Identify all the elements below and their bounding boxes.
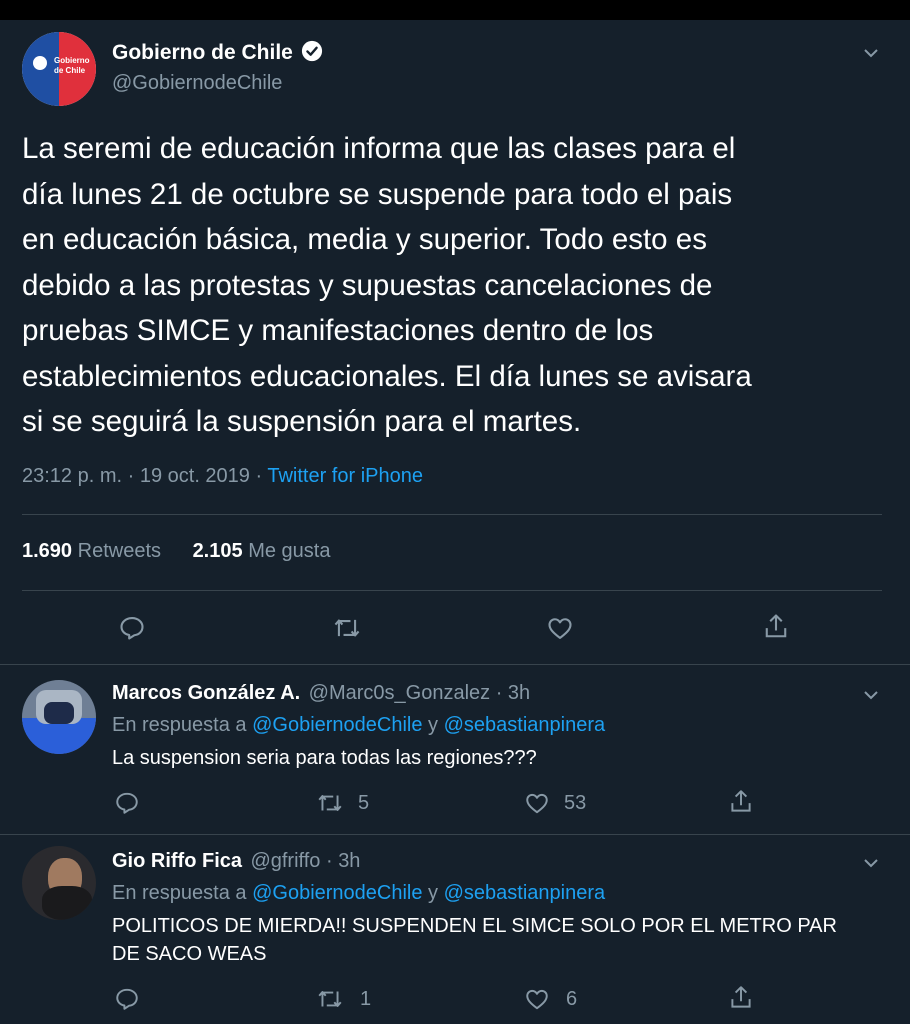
like-count: 53 <box>564 792 587 814</box>
retweets-stat[interactable]: 1.690 Retweets <box>22 540 167 562</box>
divider <box>22 514 882 515</box>
divider <box>0 664 910 665</box>
chevron-down-icon[interactable] <box>862 686 878 702</box>
reply-icon[interactable] <box>114 986 140 1012</box>
share-icon[interactable] <box>728 788 754 816</box>
author-block: Gobierno de Chile <box>112 40 323 65</box>
tweet-meta: 23:12 p. m. · 19 oct. 2019 · Twitter for… <box>22 465 423 488</box>
verified-badge-icon <box>301 40 323 62</box>
tweet-source[interactable]: Twitter for iPhone <box>267 465 423 487</box>
retweets-label: Retweets <box>77 540 161 562</box>
top-black-bar <box>0 0 910 20</box>
reply-text: POLITICOS DE MIERDA!! SUSPENDEN EL SIMCE… <box>112 912 902 968</box>
share-icon[interactable] <box>762 612 790 642</box>
author-name[interactable]: Gobierno de Chile <box>112 41 293 64</box>
like-icon[interactable] <box>524 986 550 1012</box>
retweet-icon[interactable] <box>332 614 362 642</box>
tweet-body-line: establecimientos educacionales. El día l… <box>22 359 752 393</box>
reply-connector: y <box>422 714 444 736</box>
tweet-body-line: si se seguirá la suspensión para el mart… <box>22 405 582 438</box>
author-avatar[interactable]: Gobierno de Chile <box>22 32 96 106</box>
tweet-body-line: día lunes 21 de octubre se suspende para… <box>22 177 733 211</box>
like-icon[interactable] <box>546 614 574 642</box>
like-icon[interactable] <box>524 790 550 816</box>
reply-header: Gio Riffo Fica @gfriffo · 3h <box>112 850 360 873</box>
reply-avatar[interactable] <box>22 680 96 754</box>
tweet-body-line: en educación básica, media y superior. T… <box>22 223 707 256</box>
retweet-icon[interactable] <box>316 986 344 1012</box>
reply-icon[interactable] <box>118 614 146 642</box>
tweet-timestamp[interactable]: 23:12 p. m. · 19 oct. 2019 · <box>22 465 267 487</box>
reply-connector: y <box>422 882 444 904</box>
avatar-logo-line: de Chile <box>54 66 86 75</box>
reply-prefix: En respuesta a <box>112 882 253 904</box>
mention-link[interactable]: @sebastianpinera <box>444 882 606 904</box>
reply-text-line: POLITICOS DE MIERDA!! SUSPENDEN EL SIMCE… <box>112 915 837 937</box>
retweets-count: 1.690 <box>22 540 73 562</box>
reply-icon[interactable] <box>114 790 140 816</box>
likes-count: 2.105 <box>192 540 243 562</box>
reply-prefix: En respuesta a <box>112 714 253 736</box>
reply-context: En respuesta a @GobiernodeChile y @sebas… <box>112 882 605 905</box>
retweet-count: 5 <box>358 792 370 814</box>
likes-stat[interactable]: 2.105 Me gusta <box>193 540 331 562</box>
chevron-down-icon[interactable] <box>862 44 878 60</box>
reply-context: En respuesta a @GobiernodeChile y @sebas… <box>112 714 605 737</box>
tweet-body: La seremi de educación informa que las c… <box>22 126 902 445</box>
mention-link[interactable]: @GobiernodeChile <box>252 714 422 736</box>
share-icon[interactable] <box>728 984 754 1012</box>
tweet-body-line: pruebas SIMCE y manifestaciones dentro d… <box>22 314 654 347</box>
tweet-body-line: debido a las protestas y supuestas cance… <box>22 268 713 302</box>
mention-link[interactable]: @GobiernodeChile <box>252 882 422 904</box>
reply-handle-time[interactable]: @gfriffo · 3h <box>250 850 360 872</box>
mention-link[interactable]: @sebastianpinera <box>444 714 606 736</box>
reply-author-name[interactable]: Marcos González A. <box>112 682 300 704</box>
divider <box>22 590 882 591</box>
reply-author-name[interactable]: Gio Riffo Fica <box>112 850 242 872</box>
avatar-logo-line: Gobierno <box>54 56 90 65</box>
like-count: 6 <box>566 988 578 1010</box>
reply-text-line: DE SACO WEAS <box>112 943 267 965</box>
reply-handle-time[interactable]: @Marc0s_Gonzalez · 3h <box>309 682 531 704</box>
tweet-stats: 1.690 Retweets 2.105 Me gusta <box>22 540 330 563</box>
retweet-icon[interactable] <box>316 790 344 816</box>
retweet-count: 1 <box>360 988 372 1010</box>
reply-header: Marcos González A. @Marc0s_Gonzalez · 3h <box>112 682 530 705</box>
divider <box>0 834 910 835</box>
author-handle[interactable]: @GobiernodeChile <box>112 72 282 95</box>
likes-label: Me gusta <box>248 540 331 562</box>
chevron-down-icon[interactable] <box>862 854 878 870</box>
tweet-body-line: La seremi de educación informa que las c… <box>22 132 736 165</box>
reply-text: La suspension seria para todas las regio… <box>112 747 537 769</box>
reply-avatar[interactable] <box>22 846 96 920</box>
